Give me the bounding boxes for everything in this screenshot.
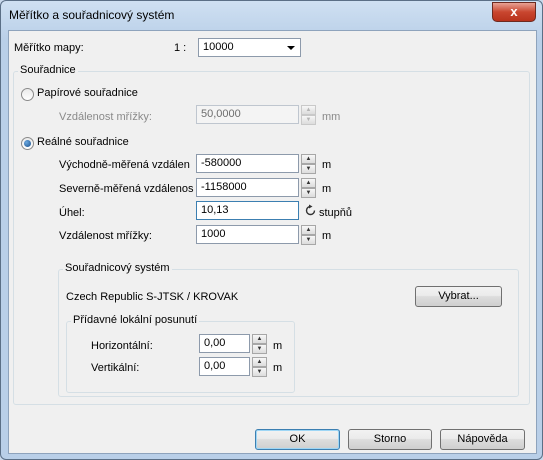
paper-coordinates-radio[interactable] [21,88,34,101]
easting-label: Východně-měřená vzdálen [59,159,190,171]
dialog-content: Měřítko mapy: 1 : 10000 Souřadnice Papír… [8,30,537,454]
spin-down-icon[interactable]: ▼ [252,367,267,377]
scale-label: Měřítko mapy: [14,42,84,54]
select-crs-button[interactable]: Vybrat... [415,286,502,307]
spin-up-icon[interactable]: ▲ [301,105,316,115]
scale-prefix: 1 : [174,42,187,54]
northing-spinner[interactable]: ▲ ▼ [301,178,316,198]
real-grid-label: Vzdálenost mřížky: [59,230,152,242]
northing-unit: m [322,183,332,195]
ok-button[interactable]: OK [255,429,340,450]
horizontal-spinner[interactable]: ▲ ▼ [252,334,267,354]
easting-input[interactable]: -580000 [196,154,299,173]
dialog-window: Měřítko a souřadnicový systém x Měřítko … [0,0,543,460]
vertical-unit: m [273,362,283,374]
spin-down-icon[interactable]: ▼ [252,344,267,354]
real-coordinates-label[interactable]: Reálné souřadnice [37,136,129,148]
paper-grid-label: Vzdálenost mřížky: [59,111,152,123]
scale-value: 10000 [203,41,234,53]
close-button[interactable]: x [492,2,536,22]
angle-input[interactable]: 10,13 [196,201,299,220]
scale-dropdown[interactable]: 10000 [198,38,301,57]
rotate-icon[interactable] [304,204,317,217]
horizontal-label: Horizontální: [91,340,153,352]
spin-up-icon[interactable]: ▲ [252,334,267,344]
paper-grid-input[interactable]: 50,0000 [196,105,299,124]
easting-spinner[interactable]: ▲ ▼ [301,154,316,174]
offset-legend: Přídavné lokální posunutí [71,314,200,326]
cancel-button[interactable]: Storno [348,429,432,450]
chevron-down-icon [287,46,295,50]
coordinates-legend: Souřadnice [18,64,78,76]
real-grid-input[interactable]: 1000 [196,225,299,244]
title-bar[interactable]: Měřítko a souřadnicový systém x [1,1,542,31]
window-title: Měřítko a souřadnicový systém [9,8,175,22]
horizontal-unit: m [273,340,283,352]
paper-coordinates-label[interactable]: Papírové souřadnice [37,87,138,99]
horizontal-input[interactable]: 0,00 [199,334,250,353]
spin-up-icon[interactable]: ▲ [301,154,316,164]
angle-unit: stupňů [319,207,353,219]
spin-up-icon[interactable]: ▲ [252,357,267,367]
spin-down-icon[interactable]: ▼ [301,188,316,198]
northing-label: Severně-měřená vzdálenos [59,183,194,195]
real-coordinates-radio[interactable] [21,137,34,150]
paper-grid-unit: mm [322,111,341,123]
help-button[interactable]: Nápověda [440,429,525,450]
spin-up-icon[interactable]: ▲ [301,178,316,188]
easting-unit: m [322,159,332,171]
vertical-spinner[interactable]: ▲ ▼ [252,357,267,377]
angle-label: Úhel: [59,207,85,219]
real-grid-spinner[interactable]: ▲ ▼ [301,225,316,245]
paper-grid-spinner[interactable]: ▲ ▼ [301,105,316,125]
spin-down-icon[interactable]: ▼ [301,164,316,174]
northing-input[interactable]: -1158000 [196,178,299,197]
spin-down-icon[interactable]: ▼ [301,235,316,245]
spin-down-icon[interactable]: ▼ [301,115,316,125]
spin-up-icon[interactable]: ▲ [301,225,316,235]
crs-name: Czech Republic S-JTSK / KROVAK [66,291,239,303]
vertical-input[interactable]: 0,00 [199,357,250,376]
crs-legend: Souřadnicový systém [63,262,172,274]
vertical-label: Vertikální: [91,362,140,374]
real-grid-unit: m [322,230,332,242]
